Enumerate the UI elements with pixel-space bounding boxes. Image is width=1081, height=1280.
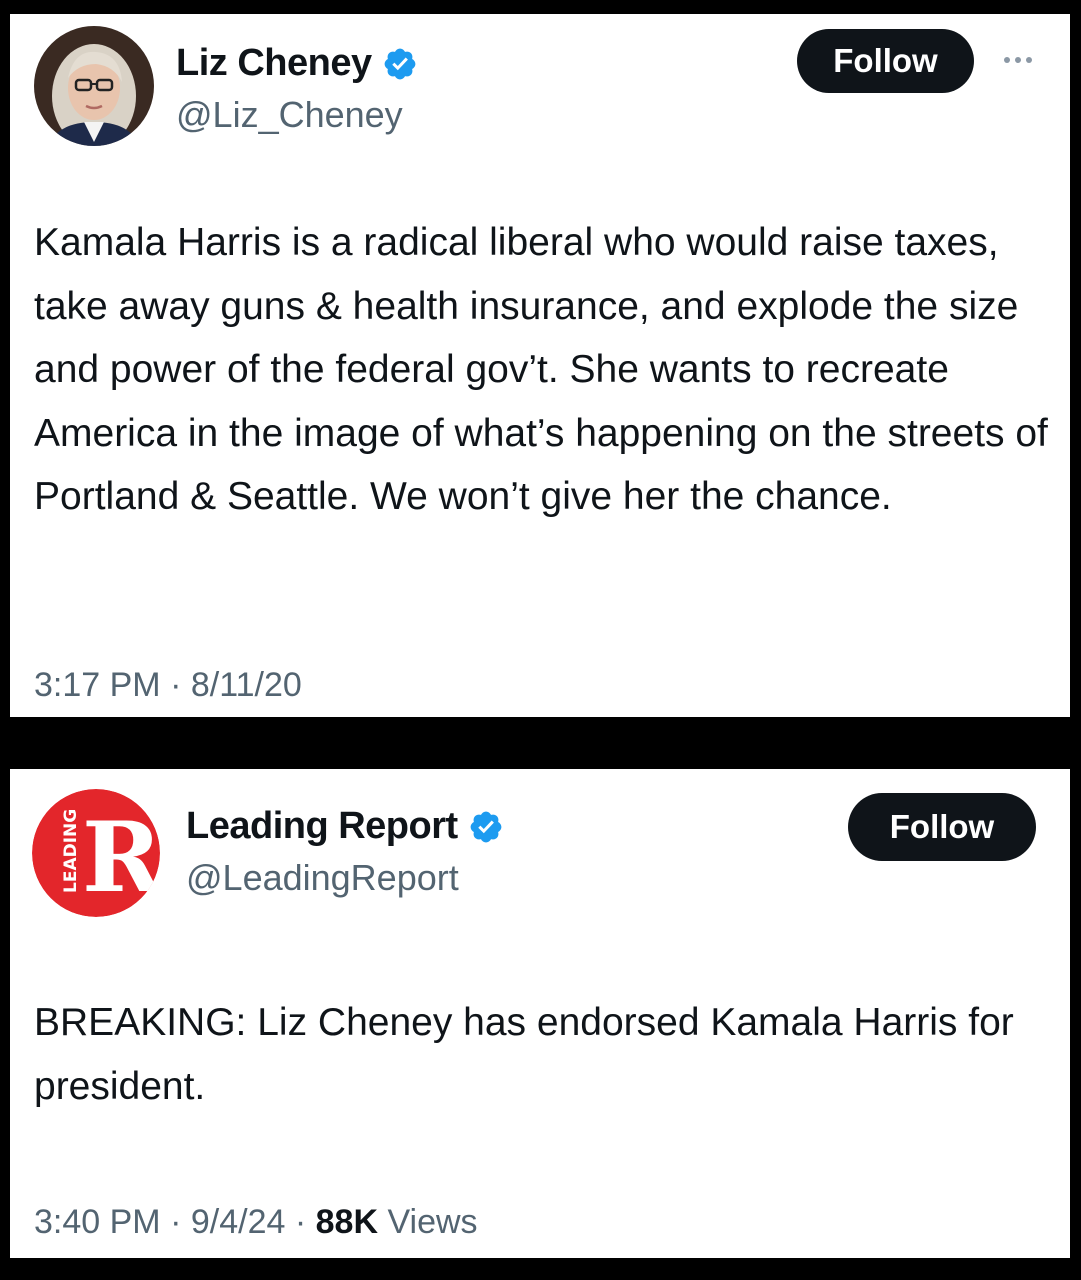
tweet-date: 8/11/20 <box>190 666 302 704</box>
tweet-card: R LEADING Leading Report @LeadingReport … <box>10 769 1070 1258</box>
separator: · <box>170 666 182 704</box>
leading-report-logo-icon: R LEADING <box>32 789 160 917</box>
views-count: 88K <box>315 1203 378 1241</box>
author-name-row[interactable]: Leading Report <box>186 805 504 848</box>
author-handle[interactable]: @LeadingReport <box>186 857 459 899</box>
dot <box>1026 57 1032 63</box>
author-name-row[interactable]: Liz Cheney <box>176 42 418 85</box>
tweet-time: 3:40 PM <box>34 1203 161 1241</box>
dot <box>1015 57 1021 63</box>
tweet-text: BREAKING: Liz Cheney has endorsed Kamala… <box>34 1001 1014 1108</box>
separator: · <box>170 1203 182 1241</box>
avatar[interactable] <box>34 26 154 146</box>
views-label: Views <box>387 1203 478 1241</box>
tweet-card: Liz Cheney @Liz_Cheney Follow Kamala Har… <box>10 14 1070 717</box>
logo-text: LEADING <box>61 809 81 893</box>
tweet-timestamp[interactable]: 3:40 PM · 9/4/24 · 88K Views <box>34 1203 478 1242</box>
logo-letter: R <box>82 801 160 914</box>
verified-badge-icon <box>470 811 502 842</box>
tweet-date: 9/4/24 <box>190 1203 286 1241</box>
avatar[interactable]: R LEADING <box>32 789 160 917</box>
author-name[interactable]: Leading Report <box>186 805 458 848</box>
tweet-text: Kamala Harris is a radical liberal who w… <box>34 221 1048 518</box>
more-options-icon[interactable] <box>1004 57 1032 63</box>
author-name[interactable]: Liz Cheney <box>176 42 372 85</box>
separator: · <box>294 1203 307 1241</box>
profile-photo-icon <box>34 26 154 146</box>
tweet-time: 3:17 PM <box>34 666 161 704</box>
author-handle[interactable]: @Liz_Cheney <box>176 94 403 136</box>
follow-button[interactable]: Follow <box>848 793 1036 861</box>
follow-button[interactable]: Follow <box>797 29 974 93</box>
tweet-timestamp[interactable]: 3:17 PM · 8/11/20 <box>34 666 302 705</box>
dot <box>1004 57 1010 63</box>
verified-badge-icon <box>384 48 415 79</box>
